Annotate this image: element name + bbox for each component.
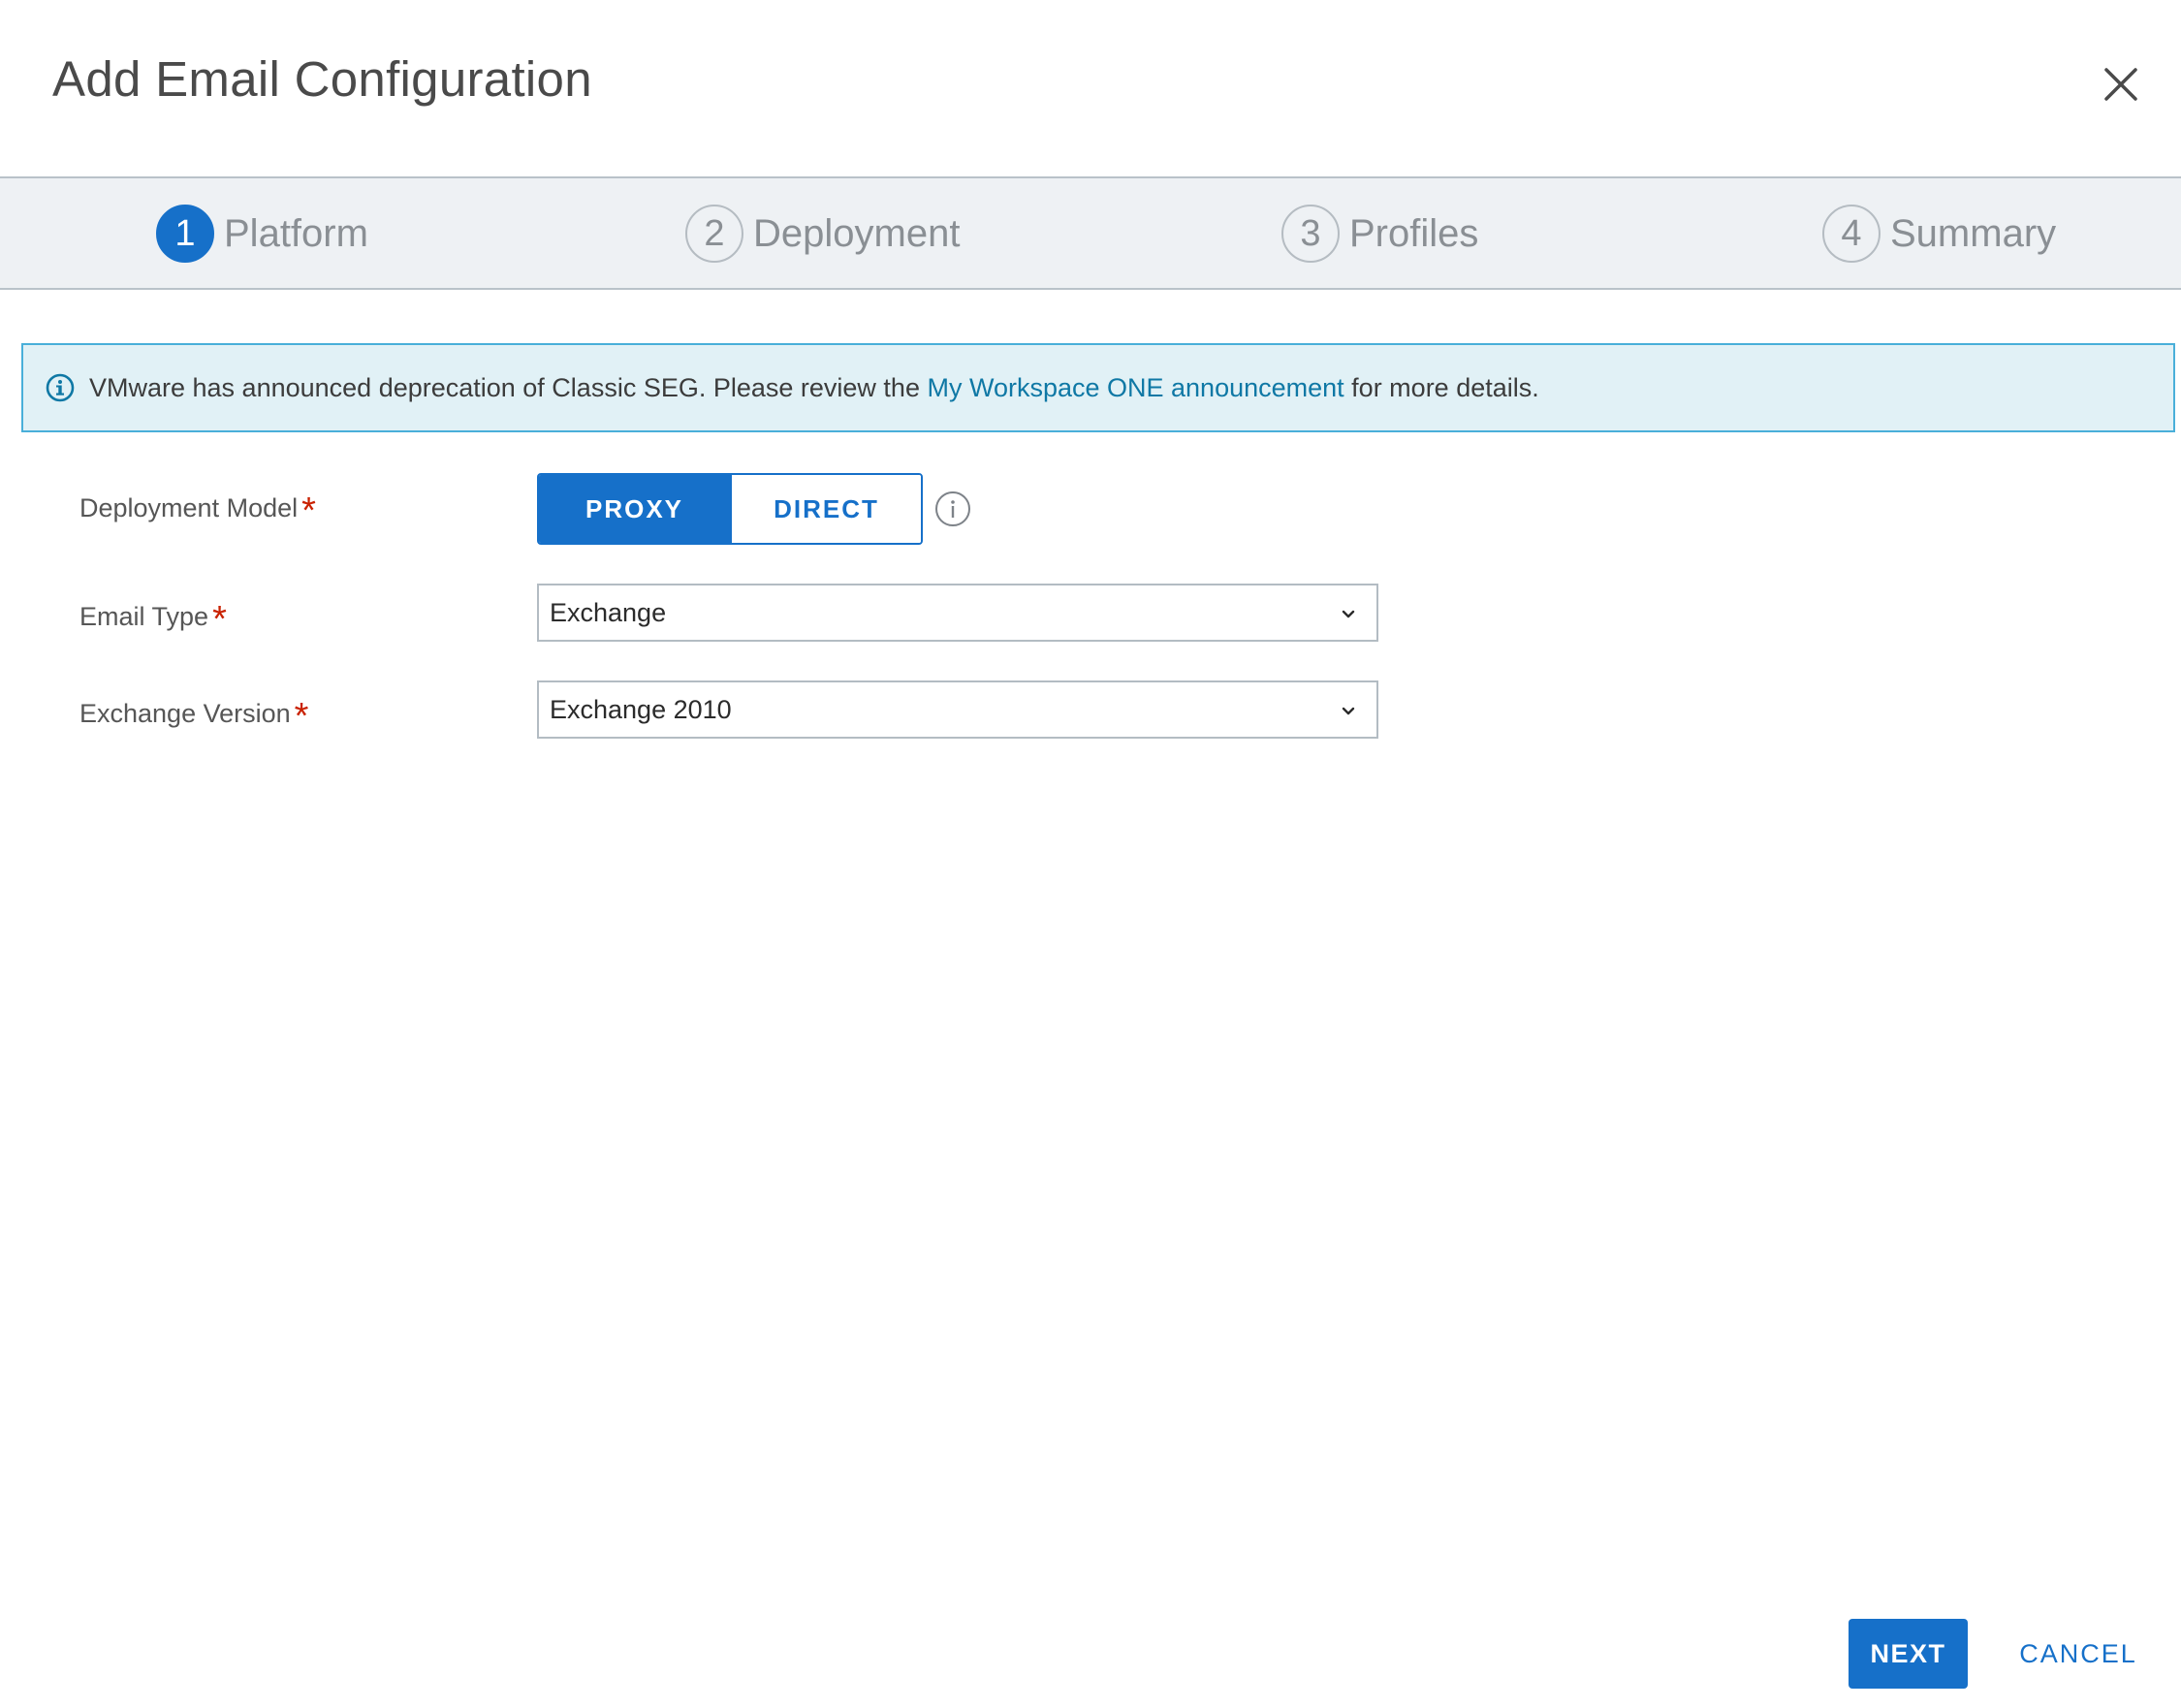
step-platform[interactable]: 1 Platform: [156, 203, 368, 265]
step-label: Platform: [224, 211, 368, 255]
close-button[interactable]: [2098, 61, 2144, 108]
proxy-option-button[interactable]: PROXY: [539, 475, 730, 543]
step-profiles[interactable]: 3 Profiles: [1281, 203, 1478, 265]
step-number: 3: [1281, 205, 1340, 263]
email-type-select[interactable]: Exchange: [537, 584, 1378, 642]
email-type-row: Email Type * Exchange: [0, 584, 2181, 642]
direct-option-button[interactable]: DIRECT: [730, 475, 921, 543]
announcement-link[interactable]: My Workspace ONE announcement: [927, 373, 1343, 402]
deprecation-info-banner: VMware has announced deprecation of Clas…: [21, 343, 2175, 432]
step-label: Summary: [1890, 211, 2057, 255]
exchange-version-row: Exchange Version * Exchange 2010: [0, 680, 2181, 739]
step-deployment[interactable]: 2 Deployment: [685, 203, 960, 265]
exchange-version-label-text: Exchange Version: [79, 699, 291, 728]
email-type-label-text: Email Type: [79, 602, 209, 631]
cancel-button[interactable]: CANCEL: [2001, 1619, 2156, 1689]
step-number: 2: [685, 205, 743, 263]
close-icon: [2104, 68, 2137, 101]
banner-text: VMware has announced deprecation of Clas…: [89, 373, 1539, 403]
dialog-title: Add Email Configuration: [52, 51, 592, 107]
email-type-value: Exchange: [550, 597, 667, 627]
exchange-version-label: Exchange Version *: [79, 690, 308, 737]
required-asterisk: *: [212, 599, 227, 640]
info-icon: [46, 373, 75, 402]
required-asterisk: *: [301, 490, 316, 531]
exchange-version-value: Exchange 2010: [550, 694, 732, 724]
email-type-label: Email Type *: [79, 593, 227, 640]
step-label: Deployment: [753, 211, 961, 255]
wizard-stepper: 1 Platform 2 Deployment 3 Profiles 4 Sum…: [0, 176, 2181, 290]
deployment-model-label-text: Deployment Model: [79, 493, 299, 522]
step-number: 4: [1822, 205, 1881, 263]
next-button[interactable]: NEXT: [1849, 1619, 1968, 1689]
step-number: 1: [156, 205, 214, 263]
exchange-version-select[interactable]: Exchange 2010: [537, 680, 1378, 739]
deployment-model-row: Deployment Model * PROXY DIRECT: [0, 473, 2181, 551]
add-email-configuration-dialog: Add Email Configuration 1 Platform 2 Dep…: [0, 0, 2181, 1708]
step-summary[interactable]: 4 Summary: [1822, 203, 2056, 265]
chevron-down-icon: [1342, 707, 1355, 715]
step-label: Profiles: [1349, 211, 1479, 255]
dialog-header: Add Email Configuration: [0, 0, 2181, 176]
info-tooltip-icon[interactable]: [934, 490, 971, 527]
banner-text-before: VMware has announced deprecation of Clas…: [89, 372, 928, 402]
deployment-model-label: Deployment Model *: [79, 485, 316, 531]
deployment-model-toggle: PROXY DIRECT: [537, 473, 923, 545]
banner-text-after: for more details.: [1343, 372, 1539, 402]
required-asterisk: *: [294, 696, 309, 737]
chevron-down-icon: [1342, 610, 1355, 618]
